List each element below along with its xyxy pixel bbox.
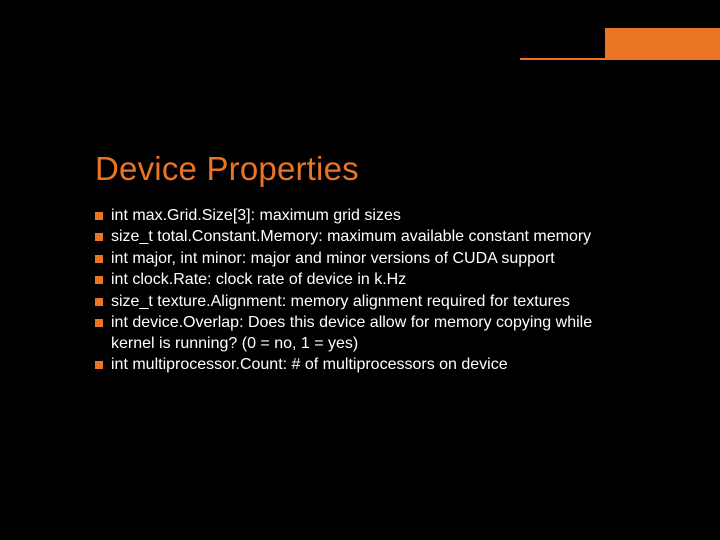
accent-line bbox=[520, 58, 720, 60]
list-item: size_t total.Constant.Memory: maximum av… bbox=[95, 227, 640, 247]
slide-title: Device Properties bbox=[95, 150, 640, 188]
list-item: int clock.Rate: clock rate of device in … bbox=[95, 270, 640, 290]
slide-content: Device Properties int max.Grid.Size[3]: … bbox=[95, 150, 640, 377]
list-item: size_t texture.Alignment: memory alignme… bbox=[95, 292, 640, 312]
list-item: int major, int minor: major and minor ve… bbox=[95, 249, 640, 269]
list-item: int max.Grid.Size[3]: maximum grid sizes bbox=[95, 206, 640, 226]
accent-bar bbox=[605, 28, 720, 58]
bullet-list: int max.Grid.Size[3]: maximum grid sizes… bbox=[95, 206, 640, 376]
list-item: int multiprocessor.Count: # of multiproc… bbox=[95, 355, 640, 375]
list-item: int device.Overlap: Does this device all… bbox=[95, 313, 640, 354]
